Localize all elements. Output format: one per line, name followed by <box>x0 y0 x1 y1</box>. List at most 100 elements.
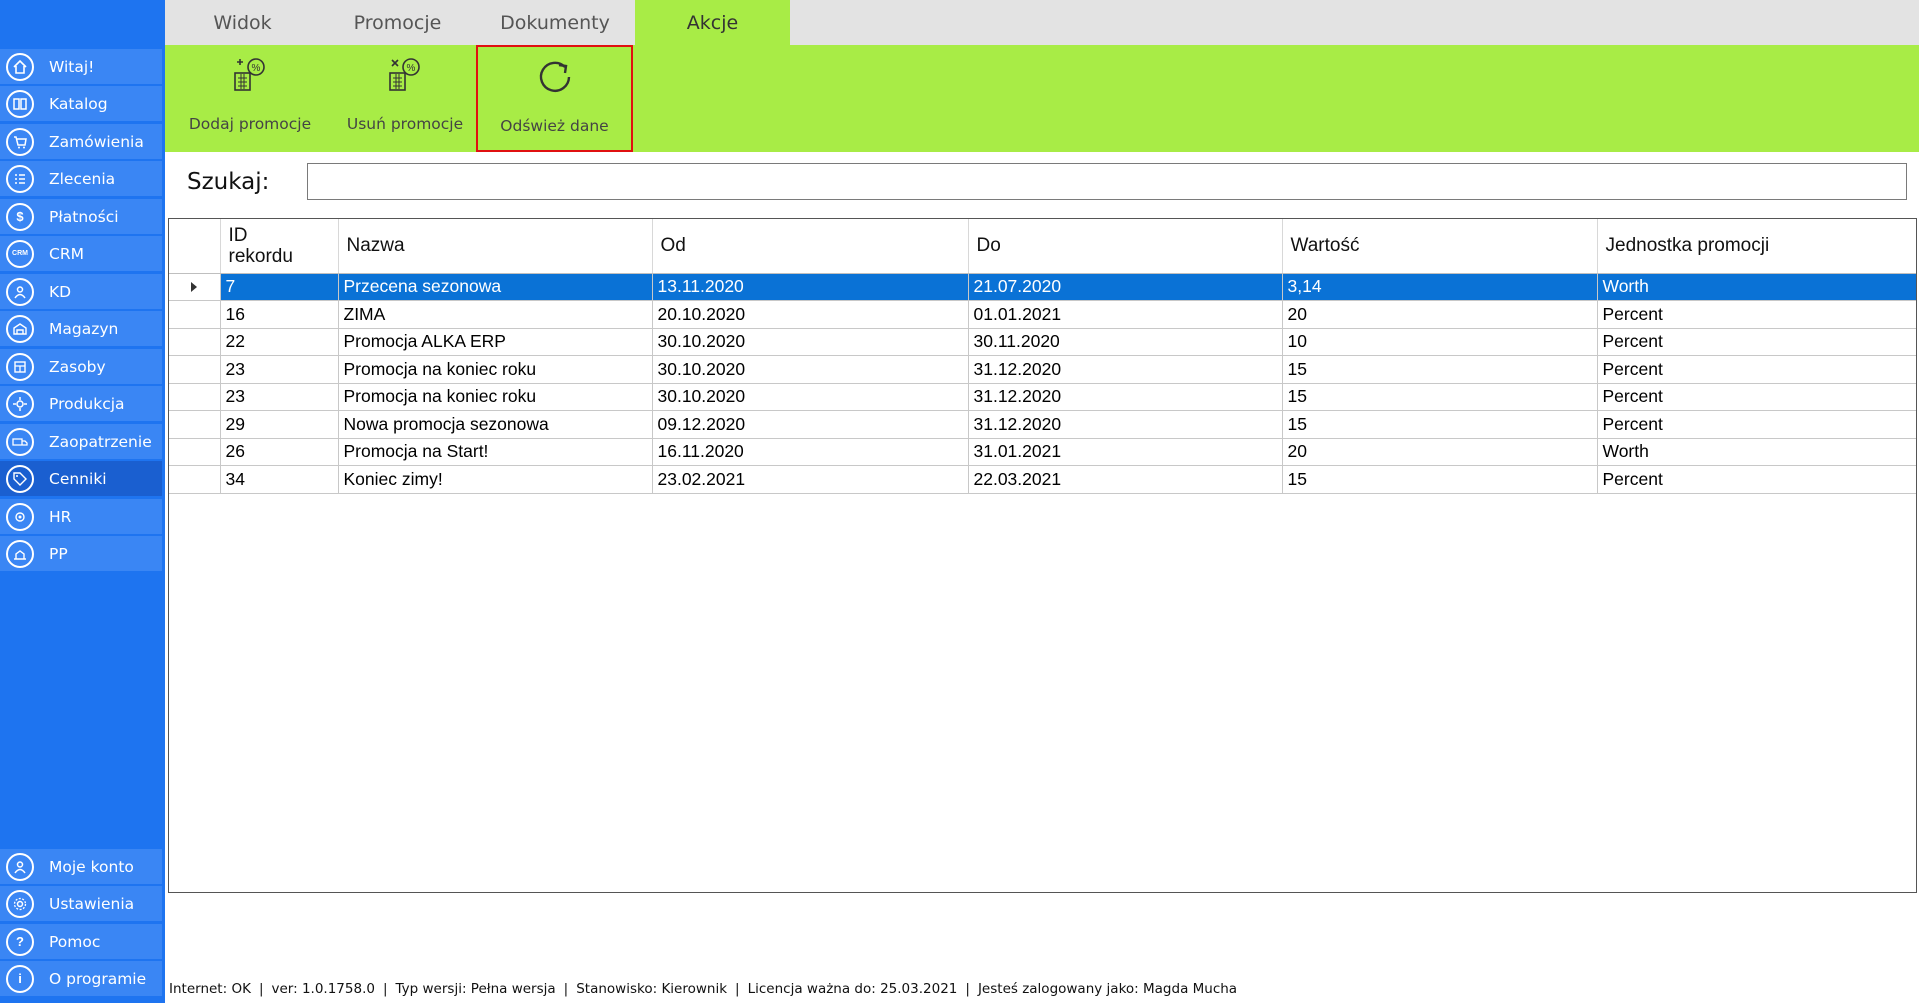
table-cell[interactable]: 15 <box>1282 410 1598 439</box>
column-header-do[interactable]: Do <box>968 219 1283 274</box>
column-header-nazwa[interactable]: Nazwa <box>338 219 653 274</box>
sidebar-item-kd[interactable]: KD <box>0 274 162 309</box>
table-cell[interactable]: 31.12.2020 <box>968 410 1283 439</box>
sidebar-item-produkcja[interactable]: Produkcja <box>0 386 162 421</box>
sidebar-item-zasoby[interactable]: Zasoby <box>0 349 162 384</box>
table-cell[interactable]: 10 <box>1282 328 1598 356</box>
table-cell[interactable]: 26 <box>220 438 339 466</box>
tab-akcje[interactable]: Akcje <box>635 0 790 45</box>
table-cell[interactable]: 16.11.2020 <box>652 438 969 466</box>
sidebar-item-witaj[interactable]: Witaj! <box>0 49 162 84</box>
row-header[interactable] <box>169 300 221 329</box>
table-row[interactable]: 34 Koniec zimy! 23.02.2021 22.03.2021 15 Perc… <box>169 465 1916 494</box>
ribbon-tab-bar: Widok Promocje Dokumenty Akcje <box>165 0 1919 45</box>
table-cell[interactable]: Percent <box>1597 465 1916 494</box>
tag-icon <box>6 464 34 493</box>
table-cell[interactable]: 23 <box>220 355 339 384</box>
table-row[interactable]: 23 Promocja na koniec roku 30.10.2020 31.12… <box>169 355 1916 384</box>
table-cell[interactable]: 31.12.2020 <box>968 383 1283 411</box>
table-cell[interactable]: 13.11.2020 <box>652 273 969 301</box>
table-row[interactable]: 23 Promocja na koniec roku 30.10.2020 31.12… <box>169 383 1916 411</box>
table-cell[interactable]: 30.10.2020 <box>652 355 969 384</box>
table-cell[interactable]: Percent <box>1597 328 1916 356</box>
table-cell[interactable]: Koniec zimy! <box>338 465 653 494</box>
tab-widok[interactable]: Widok <box>165 0 320 45</box>
table-cell[interactable]: 15 <box>1282 383 1598 411</box>
table-cell[interactable]: 7 <box>220 273 339 301</box>
table-cell[interactable]: 30.11.2020 <box>968 328 1283 356</box>
sidebar-item-zaopatrzenie[interactable]: Zaopatrzenie <box>0 424 162 459</box>
row-header[interactable] <box>169 355 221 384</box>
table-cell[interactable]: 29 <box>220 410 339 439</box>
table-cell[interactable]: Promocja na Start! <box>338 438 653 466</box>
sidebar-item-cenniki[interactable]: Cenniki <box>0 461 162 496</box>
table-cell[interactable]: 09.12.2020 <box>652 410 969 439</box>
add-promotion-button[interactable]: % Dodaj promocje <box>175 45 325 152</box>
table-cell[interactable]: Worth <box>1597 438 1916 466</box>
sidebar-item-magazyn[interactable]: Magazyn <box>0 311 162 346</box>
row-header[interactable] <box>169 328 221 356</box>
table-cell[interactable]: 34 <box>220 465 339 494</box>
table-cell[interactable]: Promocja na koniec roku <box>338 355 653 384</box>
sidebar-item-zamowienia[interactable]: Zamówienia <box>0 124 162 159</box>
column-header-id[interactable]: ID rekordu <box>220 219 339 274</box>
refresh-data-button[interactable]: Odśwież dane <box>476 45 633 152</box>
table-cell[interactable]: 20 <box>1282 438 1598 466</box>
column-header-wartosc[interactable]: Wartość <box>1282 219 1598 274</box>
table-cell[interactable]: 20.10.2020 <box>652 300 969 329</box>
row-header[interactable] <box>169 465 221 494</box>
table-cell[interactable]: 30.10.2020 <box>652 383 969 411</box>
search-input[interactable] <box>307 163 1907 200</box>
column-header-od[interactable]: Od <box>652 219 969 274</box>
table-cell[interactable]: 23.02.2021 <box>652 465 969 494</box>
table-cell[interactable]: 22 <box>220 328 339 356</box>
table-cell[interactable]: 21.07.2020 <box>968 273 1283 301</box>
sidebar-item-katalog[interactable]: Katalog <box>0 86 162 121</box>
sidebar-item-zlecenia[interactable]: Zlecenia <box>0 161 162 196</box>
table-cell[interactable]: 01.01.2021 <box>968 300 1283 329</box>
table-row[interactable]: 22 Promocja ALKA ERP 30.10.2020 30.11.2020 1… <box>169 328 1916 356</box>
table-cell[interactable]: Worth <box>1597 273 1916 301</box>
table-cell[interactable]: 16 <box>220 300 339 329</box>
promotions-grid[interactable]: ID rekordu Nazwa Od Do Wartość Jednostka… <box>168 218 1917 893</box>
row-header[interactable] <box>169 410 221 439</box>
sidebar-item-moje-konto[interactable]: Moje konto <box>0 849 162 884</box>
table-cell[interactable]: 23 <box>220 383 339 411</box>
table-cell[interactable]: Percent <box>1597 300 1916 329</box>
table-cell[interactable]: 15 <box>1282 355 1598 384</box>
table-cell[interactable]: Przecena sezonowa <box>338 273 653 301</box>
table-cell[interactable]: Nowa promocja sezonowa <box>338 410 653 439</box>
sidebar-item-crm[interactable]: CRM CRM <box>0 236 162 271</box>
table-cell[interactable]: 31.12.2020 <box>968 355 1283 384</box>
table-row[interactable]: 16 ZIMA 20.10.2020 01.01.2021 20 Percent <box>169 300 1916 329</box>
table-cell[interactable]: 3,14 <box>1282 273 1598 301</box>
column-header-jednostka[interactable]: Jednostka promocji <box>1597 219 1916 274</box>
table-cell[interactable]: Percent <box>1597 410 1916 439</box>
row-header[interactable] <box>169 383 221 411</box>
table-cell[interactable]: 22.03.2021 <box>968 465 1283 494</box>
table-cell[interactable]: 20 <box>1282 300 1598 329</box>
row-header[interactable] <box>169 438 221 466</box>
sidebar-item-hr[interactable]: HR <box>0 499 162 534</box>
tab-promocje[interactable]: Promocje <box>320 0 475 45</box>
remove-promotion-button[interactable]: % Usuń promocje <box>330 45 480 152</box>
table-cell[interactable]: 30.10.2020 <box>652 328 969 356</box>
sidebar-item-ustawienia[interactable]: Ustawienia <box>0 886 162 921</box>
table-cell[interactable]: 31.01.2021 <box>968 438 1283 466</box>
table-cell[interactable]: 15 <box>1282 465 1598 494</box>
sidebar-item-pomoc[interactable]: ? Pomoc <box>0 924 162 959</box>
table-row[interactable]: 26 Promocja na Start! 16.11.2020 31.01.2021… <box>169 438 1916 466</box>
sidebar-item-o-programie[interactable]: i O programie <box>0 961 162 996</box>
row-header[interactable] <box>169 273 221 301</box>
table-cell[interactable]: Promocja ALKA ERP <box>338 328 653 356</box>
table-cell[interactable]: Percent <box>1597 383 1916 411</box>
table-row[interactable]: 7 Przecena sezonowa 13.11.2020 21.07.2020 3,… <box>169 273 1916 301</box>
table-cell[interactable]: Percent <box>1597 355 1916 384</box>
sidebar-item-label: Zamówienia <box>49 132 144 151</box>
table-cell[interactable]: Promocja na koniec roku <box>338 383 653 411</box>
tab-dokumenty[interactable]: Dokumenty <box>475 0 635 45</box>
sidebar-item-pp[interactable]: PP <box>0 536 162 571</box>
table-row[interactable]: 29 Nowa promocja sezonowa 09.12.2020 31.12.… <box>169 410 1916 439</box>
sidebar-item-platnosci[interactable]: $ Płatności <box>0 199 162 234</box>
table-cell[interactable]: ZIMA <box>338 300 653 329</box>
